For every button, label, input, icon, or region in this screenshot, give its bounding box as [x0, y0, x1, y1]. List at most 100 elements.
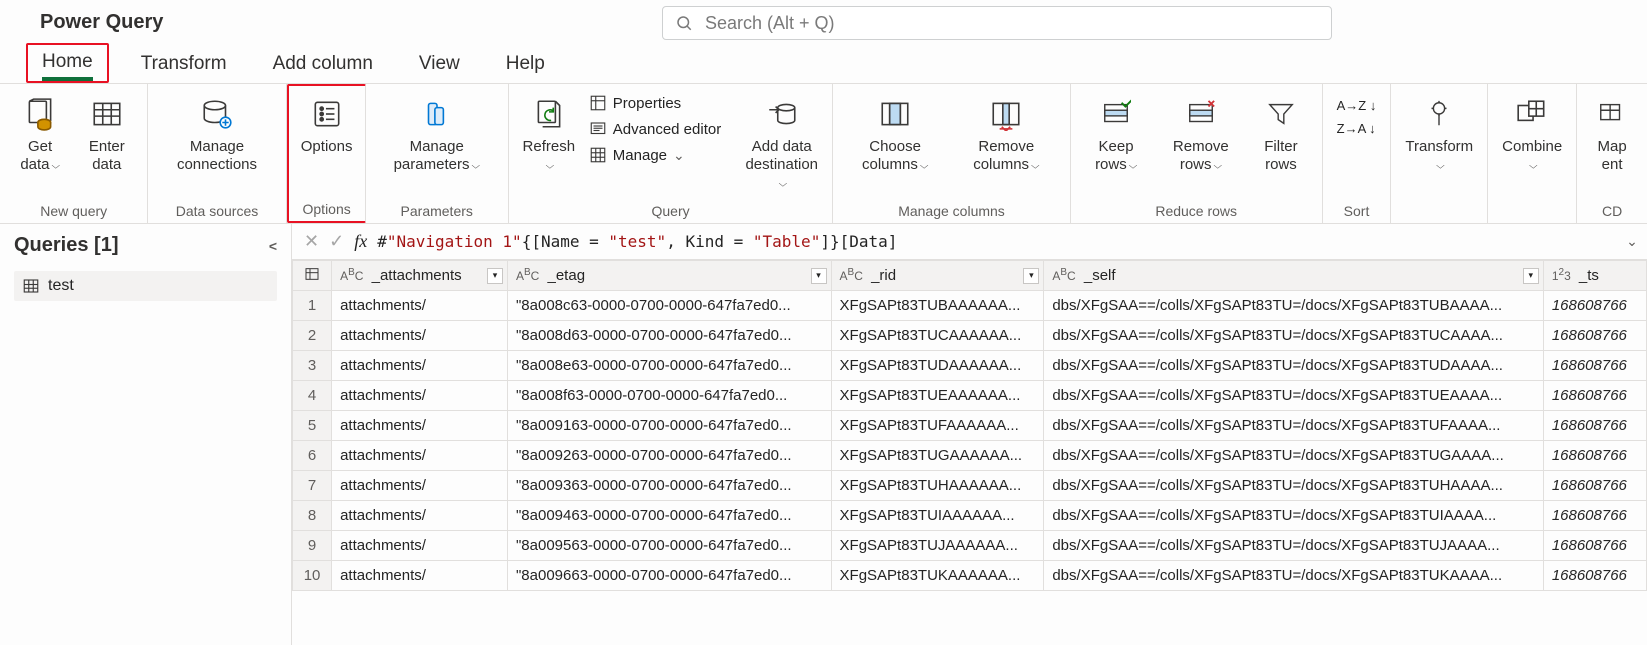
- table-row[interactable]: 1attachments/"8a008c63-0000-0700-0000-64…: [293, 291, 1647, 321]
- filter-rows-button[interactable]: Filter rows: [1250, 88, 1311, 198]
- cell-self[interactable]: dbs/XFgSAA==/colls/XFgSAPt83TU=/docs/XFg…: [1044, 291, 1543, 321]
- table-row[interactable]: 7attachments/"8a009363-0000-0700-0000-64…: [293, 471, 1647, 501]
- cell-self[interactable]: dbs/XFgSAA==/colls/XFgSAPt83TU=/docs/XFg…: [1044, 561, 1543, 591]
- col-header-etag[interactable]: ABC _etag ▾: [507, 261, 831, 291]
- cell-etag[interactable]: "8a009463-0000-0700-0000-647fa7ed0...: [507, 501, 831, 531]
- options-button[interactable]: Options: [297, 88, 357, 198]
- cell-attachments[interactable]: attachments/: [332, 561, 508, 591]
- cell-self[interactable]: dbs/XFgSAA==/colls/XFgSAPt83TU=/docs/XFg…: [1044, 411, 1543, 441]
- cell-self[interactable]: dbs/XFgSAA==/colls/XFgSAPt83TU=/docs/XFg…: [1044, 381, 1543, 411]
- manage-parameters-button[interactable]: Manage parameters: [376, 88, 498, 198]
- row-number[interactable]: 4: [293, 381, 332, 411]
- tab-add-column[interactable]: Add column: [259, 47, 387, 83]
- row-number[interactable]: 3: [293, 351, 332, 381]
- row-number[interactable]: 6: [293, 441, 332, 471]
- cell-attachments[interactable]: attachments/: [332, 321, 508, 351]
- cell-etag[interactable]: "8a009163-0000-0700-0000-647fa7ed0...: [507, 411, 831, 441]
- cell-ts[interactable]: 168608766: [1543, 351, 1646, 381]
- cell-rid[interactable]: XFgSAPt83TUCAAAAAA...: [831, 321, 1044, 351]
- cell-rid[interactable]: XFgSAPt83TUHAAAAAA...: [831, 471, 1044, 501]
- col-filter-icon[interactable]: ▾: [487, 268, 503, 284]
- table-row[interactable]: 5attachments/"8a009163-0000-0700-0000-64…: [293, 411, 1647, 441]
- row-number[interactable]: 7: [293, 471, 332, 501]
- formula-expand-icon[interactable]: ⌄: [1617, 233, 1647, 250]
- cell-ts[interactable]: 168608766: [1543, 411, 1646, 441]
- cell-rid[interactable]: XFgSAPt83TUGAAAAAA...: [831, 441, 1044, 471]
- cell-rid[interactable]: XFgSAPt83TUDAAAAAA...: [831, 351, 1044, 381]
- tab-transform[interactable]: Transform: [127, 47, 241, 83]
- cell-ts[interactable]: 168608766: [1543, 561, 1646, 591]
- cell-etag[interactable]: "8a008f63-0000-0700-0000-647fa7ed0...: [507, 381, 831, 411]
- cell-rid[interactable]: XFgSAPt83TUKAAAAAA...: [831, 561, 1044, 591]
- cell-ts[interactable]: 168608766: [1543, 321, 1646, 351]
- row-number[interactable]: 9: [293, 531, 332, 561]
- table-row[interactable]: 2attachments/"8a008d63-0000-0700-0000-64…: [293, 321, 1647, 351]
- manage-connections-button[interactable]: Manage connections: [158, 88, 275, 198]
- cell-attachments[interactable]: attachments/: [332, 471, 508, 501]
- table-row[interactable]: 6attachments/"8a009263-0000-0700-0000-64…: [293, 441, 1647, 471]
- refresh-button[interactable]: Refresh: [519, 88, 579, 198]
- col-header-rid[interactable]: ABC _rid ▾: [831, 261, 1044, 291]
- table-row[interactable]: 9attachments/"8a009563-0000-0700-0000-64…: [293, 531, 1647, 561]
- cell-etag[interactable]: "8a009363-0000-0700-0000-647fa7ed0...: [507, 471, 831, 501]
- formula-input[interactable]: #"Navigation 1"{[Name = "test", Kind = "…: [377, 232, 1607, 251]
- table-row[interactable]: 4attachments/"8a008f63-0000-0700-0000-64…: [293, 381, 1647, 411]
- add-data-destination-button[interactable]: Add data destination: [741, 88, 822, 198]
- enter-data-button[interactable]: Enter data: [76, 88, 137, 198]
- cell-attachments[interactable]: attachments/: [332, 531, 508, 561]
- cell-ts[interactable]: 168608766: [1543, 381, 1646, 411]
- cell-etag[interactable]: "8a009263-0000-0700-0000-647fa7ed0...: [507, 441, 831, 471]
- keep-rows-button[interactable]: Keep rows: [1081, 88, 1152, 198]
- cell-etag[interactable]: "8a009563-0000-0700-0000-647fa7ed0...: [507, 531, 831, 561]
- choose-columns-button[interactable]: Choose columns: [843, 88, 947, 198]
- tab-home[interactable]: Home: [26, 43, 109, 83]
- row-number[interactable]: 5: [293, 411, 332, 441]
- cell-rid[interactable]: XFgSAPt83TUEAAAAAA...: [831, 381, 1044, 411]
- map-entity-button[interactable]: Map ent: [1587, 88, 1637, 198]
- formula-cancel-icon[interactable]: ✕: [304, 231, 319, 252]
- tab-help[interactable]: Help: [492, 47, 559, 83]
- col-filter-icon[interactable]: ▾: [1523, 268, 1539, 284]
- cell-attachments[interactable]: attachments/: [332, 411, 508, 441]
- cell-self[interactable]: dbs/XFgSAA==/colls/XFgSAPt83TU=/docs/XFg…: [1044, 351, 1543, 381]
- cell-self[interactable]: dbs/XFgSAA==/colls/XFgSAPt83TU=/docs/XFg…: [1044, 531, 1543, 561]
- get-data-button[interactable]: Get data: [10, 88, 70, 198]
- cell-ts[interactable]: 168608766: [1543, 471, 1646, 501]
- advanced-editor-button[interactable]: Advanced editor: [585, 118, 725, 140]
- remove-rows-button[interactable]: Remove rows: [1157, 88, 1244, 198]
- col-header-self[interactable]: ABC _self ▾: [1044, 261, 1543, 291]
- cell-self[interactable]: dbs/XFgSAA==/colls/XFgSAPt83TU=/docs/XFg…: [1044, 471, 1543, 501]
- cell-attachments[interactable]: attachments/: [332, 441, 508, 471]
- cell-self[interactable]: dbs/XFgSAA==/colls/XFgSAPt83TU=/docs/XFg…: [1044, 441, 1543, 471]
- cell-etag[interactable]: "8a008e63-0000-0700-0000-647fa7ed0...: [507, 351, 831, 381]
- query-item-test[interactable]: test: [14, 271, 277, 301]
- formula-commit-icon[interactable]: ✓: [329, 231, 344, 252]
- cell-self[interactable]: dbs/XFgSAA==/colls/XFgSAPt83TU=/docs/XFg…: [1044, 501, 1543, 531]
- remove-columns-button[interactable]: Remove columns: [953, 88, 1060, 198]
- manage-button[interactable]: Manage ⌄: [585, 144, 725, 166]
- cell-rid[interactable]: XFgSAPt83TUBAAAAAA...: [831, 291, 1044, 321]
- col-header-attachments[interactable]: ABC _attachments ▾: [332, 261, 508, 291]
- row-number[interactable]: 2: [293, 321, 332, 351]
- properties-button[interactable]: Properties: [585, 92, 725, 114]
- row-number[interactable]: 8: [293, 501, 332, 531]
- table-row[interactable]: 3attachments/"8a008e63-0000-0700-0000-64…: [293, 351, 1647, 381]
- row-number[interactable]: 1: [293, 291, 332, 321]
- cell-rid[interactable]: XFgSAPt83TUIAAAAAA...: [831, 501, 1044, 531]
- cell-ts[interactable]: 168608766: [1543, 501, 1646, 531]
- fx-icon[interactable]: fx: [354, 231, 367, 252]
- tab-view[interactable]: View: [405, 47, 474, 83]
- cell-rid[interactable]: XFgSAPt83TUFAAAAAA...: [831, 411, 1044, 441]
- cell-attachments[interactable]: attachments/: [332, 291, 508, 321]
- transform-button[interactable]: Transform: [1401, 88, 1477, 198]
- table-row[interactable]: 10attachments/"8a009663-0000-0700-0000-6…: [293, 561, 1647, 591]
- cell-ts[interactable]: 168608766: [1543, 291, 1646, 321]
- cell-etag[interactable]: "8a008c63-0000-0700-0000-647fa7ed0...: [507, 291, 831, 321]
- collapse-queries-icon[interactable]: <: [269, 238, 277, 254]
- col-filter-icon[interactable]: ▾: [811, 268, 827, 284]
- cell-attachments[interactable]: attachments/: [332, 381, 508, 411]
- cell-self[interactable]: dbs/XFgSAA==/colls/XFgSAPt83TU=/docs/XFg…: [1044, 321, 1543, 351]
- sort-asc-button[interactable]: A→Z ↓: [1333, 96, 1381, 115]
- sort-desc-button[interactable]: Z→A ↓: [1333, 119, 1381, 138]
- search-box[interactable]: Search (Alt + Q): [662, 6, 1332, 40]
